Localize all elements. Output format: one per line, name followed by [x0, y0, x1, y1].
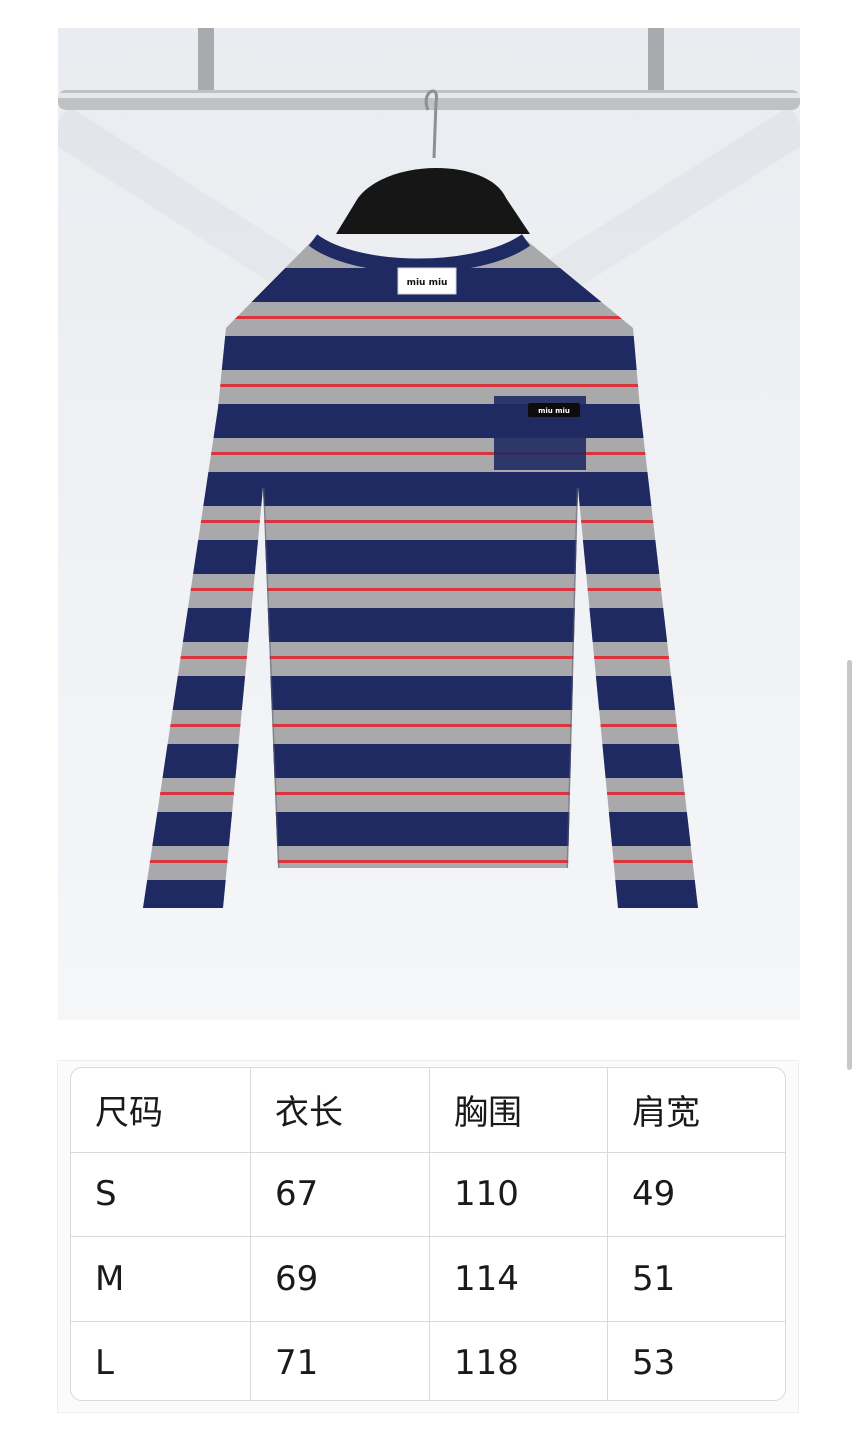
table-header-row: 尺码 衣长 胸围 肩宽	[71, 1068, 785, 1152]
table-cell: S	[95, 1174, 117, 1215]
table-row: S 67 110 49	[71, 1151, 785, 1236]
table-row: M 69 114 51	[71, 1236, 785, 1321]
table-cell: 114	[429, 1237, 607, 1321]
table-cell: L	[95, 1343, 114, 1384]
table-cell: 49	[607, 1152, 785, 1236]
header-cell-length: 衣长	[250, 1068, 429, 1152]
table-row: L 71 118 53	[71, 1320, 785, 1400]
table-cell: 118	[429, 1321, 607, 1400]
header-cell-chest: 胸围	[429, 1068, 607, 1152]
header-cell-shoulder: 肩宽	[607, 1068, 785, 1152]
table-cell: 71	[250, 1321, 429, 1400]
header-cell-size: 尺码	[95, 1093, 163, 1134]
product-photo: miu miu miu miu	[58, 28, 800, 1020]
scrollbar[interactable]	[847, 660, 852, 1070]
table-cell: M	[95, 1258, 125, 1299]
size-table: 尺码 衣长 胸围 肩宽 S 67 110 49 M 69 114 51 L 71…	[70, 1067, 786, 1401]
table-cell: 53	[607, 1321, 785, 1400]
table-cell: 69	[250, 1237, 429, 1321]
table-cell: 51	[607, 1237, 785, 1321]
svg-text:miu miu: miu miu	[538, 407, 570, 415]
table-cell: 110	[429, 1152, 607, 1236]
table-cell: 67	[250, 1152, 429, 1236]
neck-label-text: miu miu	[407, 278, 448, 288]
